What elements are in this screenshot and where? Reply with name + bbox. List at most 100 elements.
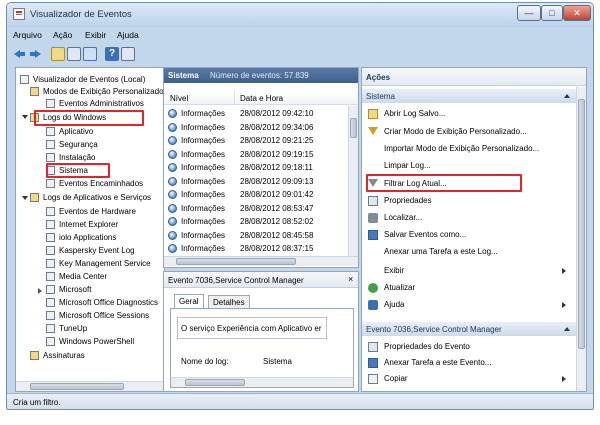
action-item[interactable]: Anexar Tarefa a este Evento... (362, 356, 572, 370)
information-icon (168, 244, 177, 253)
log-panel: Sistema Número de eventos: 57.839 Nível … (163, 67, 359, 268)
event-general-content: O serviço Experiência com Aplicativo er … (170, 308, 354, 388)
action-item[interactable]: Criar Modo de Exibição Personalizado... (362, 125, 572, 139)
tab-geral[interactable]: Geral (174, 294, 204, 308)
title-bar[interactable]: Visualizador de Eventos — □ ✕ (7, 3, 593, 27)
log-table: Informações 28/08/2012 09:42:10 Informaçõe… (164, 107, 348, 257)
row-level: Informações (181, 244, 226, 253)
row-datetime: 28/08/2012 08:37:15 (240, 244, 314, 253)
close-button[interactable]: ✕ (563, 5, 591, 21)
log-vertical-scrollbar[interactable] (348, 106, 358, 256)
actions-section-sistema[interactable]: Sistema (362, 89, 576, 103)
tab-detalhes[interactable]: Detalhes (208, 295, 250, 309)
table-row[interactable]: Informações 28/08/2012 09:34:06 (164, 121, 342, 135)
table-row[interactable]: Informações 28/08/2012 09:01:42 (164, 188, 342, 202)
menu-arquivo[interactable]: Arquivo (13, 30, 42, 40)
action-item[interactable]: Abrir Log Salvo... (362, 107, 572, 121)
table-row[interactable]: Informações 28/08/2012 09:09:13 (164, 175, 342, 189)
action-item[interactable]: Exibir (362, 264, 572, 278)
row-datetime: 28/08/2012 09:09:13 (240, 176, 314, 186)
row-datetime: 28/08/2012 08:53:47 (240, 203, 314, 213)
tree-item-label: Microsoft (59, 285, 92, 294)
log-icon (46, 324, 55, 333)
action-item[interactable]: Anexar uma Tarefa a este Log... (362, 245, 572, 259)
up-folder-button[interactable] (51, 47, 65, 61)
actions-section-event[interactable]: Evento 7036,Service Control Manager (362, 322, 576, 336)
row-datetime: 28/08/2012 09:18:11 (240, 163, 313, 172)
log-scroll-thumb[interactable] (350, 118, 357, 138)
tree-item-label: Aplicativo (59, 127, 94, 136)
table-row[interactable]: Informações 28/08/2012 09:42:10 (164, 107, 342, 121)
tree-item-label: Microsoft Office Sessions (59, 311, 150, 320)
log-horizontal-scrollbar[interactable] (164, 256, 358, 266)
column-header-nivel[interactable]: Nível (170, 94, 188, 103)
event-description-box[interactable]: O serviço Experiência com Aplicativo er (177, 317, 327, 339)
event-detail-panel: Evento 7036,Service Control Manager × Ge… (163, 271, 359, 392)
actions-scroll-thumb[interactable] (578, 99, 585, 349)
column-header-data-hora[interactable]: Data e Hora (240, 94, 283, 103)
back-button[interactable] (13, 47, 27, 61)
table-row[interactable]: Informações 28/08/2012 09:18:11 (164, 161, 342, 175)
table-row[interactable]: Informações 28/08/2012 09:19:15 (164, 148, 342, 162)
log-icon (46, 285, 55, 294)
log-icon (46, 233, 55, 242)
tree-item-label: Assinaturas (43, 351, 85, 360)
toggle-view-button[interactable] (83, 47, 97, 61)
action-label: Exibir (384, 266, 405, 275)
action-item[interactable]: Copiar (362, 372, 572, 386)
tree-scroll-thumb[interactable] (30, 383, 124, 390)
log-hscroll-thumb[interactable] (176, 258, 296, 265)
action-label: Limpar Log... (384, 161, 431, 170)
detail-scroll-thumb[interactable] (185, 379, 245, 386)
table-row[interactable]: Informações 28/08/2012 08:52:02 (164, 215, 342, 229)
table-row[interactable]: Informações 28/08/2012 08:45:58 (164, 229, 342, 243)
action-item[interactable]: Propriedades (362, 194, 572, 208)
action-item[interactable]: Localizar... (362, 211, 572, 225)
action-item[interactable]: Ajuda (362, 298, 572, 312)
folder-icon (30, 193, 39, 202)
table-row[interactable]: Informações 28/08/2012 09:21:25 (164, 134, 342, 148)
close-detail-icon[interactable]: × (348, 274, 353, 284)
show-hide-tree-button[interactable] (67, 47, 81, 61)
table-row[interactable]: Informações 28/08/2012 08:37:15 (164, 242, 342, 256)
tree-item-label: Internet Explorer (59, 220, 119, 229)
expand-logs-windows-icon[interactable] (22, 115, 28, 119)
row-level: Informações (181, 109, 226, 118)
menu-ajuda[interactable]: Ajuda (117, 30, 139, 40)
event-viewer-app-icon (13, 8, 25, 20)
tree-item-label: Eventos Encaminhados (59, 179, 144, 188)
action-pane-button[interactable] (121, 47, 135, 61)
forward-button[interactable] (29, 47, 43, 61)
event-detail-title: Evento 7036,Service Control Manager (168, 276, 304, 285)
forward-arrow-icon (35, 50, 41, 58)
information-icon (168, 149, 177, 159)
tree-item-label: Media Center (59, 272, 108, 281)
information-icon (168, 109, 177, 118)
properties-icon (368, 196, 378, 206)
action-item[interactable]: Salvar Eventos como... (362, 228, 572, 242)
actions-title: Ações (366, 73, 391, 82)
maximize-button[interactable]: □ (541, 5, 563, 21)
action-label: Propriedades (384, 196, 432, 205)
action-item[interactable]: Atualizar (362, 281, 572, 295)
minimize-button[interactable]: — (517, 5, 541, 21)
maximize-icon: □ (549, 8, 555, 18)
tree-horizontal-scrollbar[interactable] (16, 381, 164, 391)
collapse-up-icon-2 (564, 327, 570, 331)
action-item[interactable]: Propriedades do Evento (362, 340, 572, 354)
row-datetime: 28/08/2012 09:01:42 (240, 190, 314, 199)
menu-acao[interactable]: Ação (53, 30, 72, 40)
table-row[interactable]: Informações 28/08/2012 08:53:47 (164, 202, 342, 216)
actions-vertical-scrollbar[interactable] (576, 87, 586, 391)
minimize-icon: — (524, 8, 534, 18)
menu-exibir[interactable]: Exibir (85, 30, 106, 40)
expand-app-logs-icon[interactable] (22, 196, 28, 200)
help-button[interactable]: ? (105, 47, 119, 61)
log-icon (46, 298, 55, 307)
detail-horizontal-scrollbar[interactable] (171, 377, 353, 387)
expand-microsoft-icon[interactable] (38, 288, 42, 294)
event-description: O serviço Experiência com Aplicativo er (181, 324, 322, 333)
action-item[interactable]: Limpar Log... (362, 159, 572, 173)
action-item[interactable]: Importar Modo de Exibição Personalizado.… (362, 142, 572, 156)
actions-header: Ações (362, 68, 586, 86)
